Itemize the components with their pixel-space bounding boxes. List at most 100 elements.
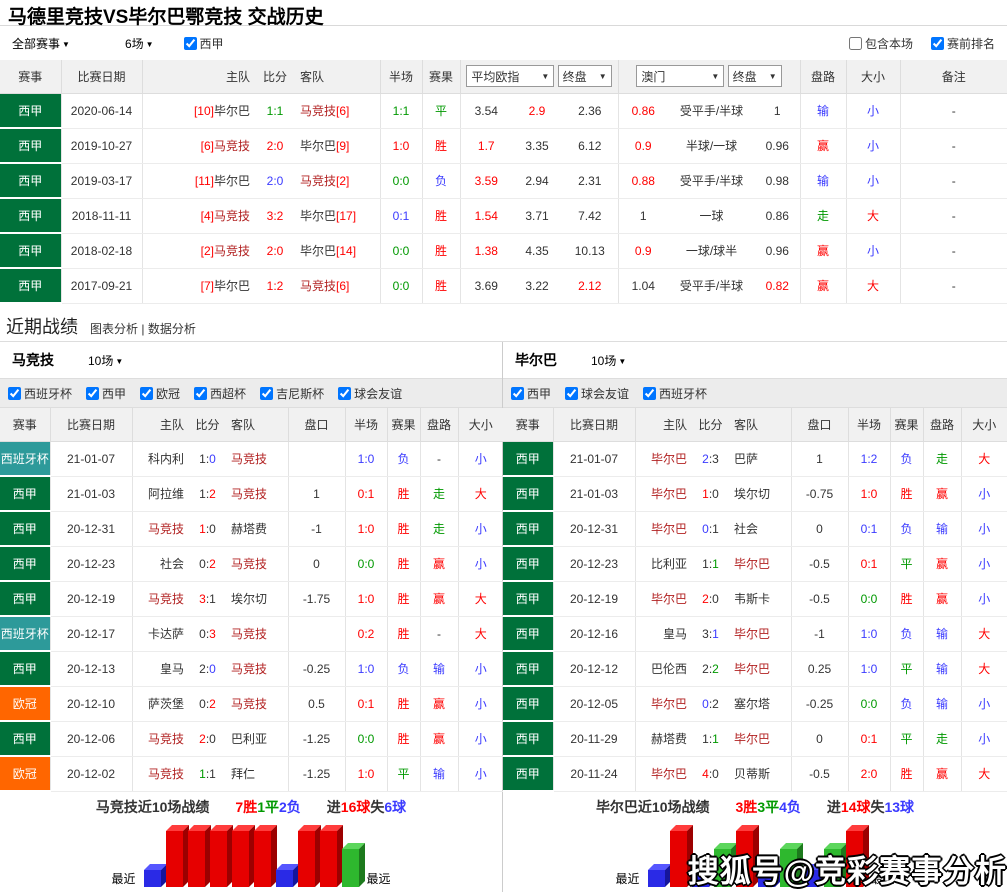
text-seg: 3.35 — [525, 139, 548, 153]
text-seg: 马竞技 — [214, 244, 250, 258]
checkbox-checked-icon[interactable] — [140, 387, 153, 400]
text-seg: 小 — [867, 244, 879, 258]
euro-odds-select[interactable]: 平均欧指▼ — [466, 65, 554, 87]
cell-panlu: 赢 — [800, 128, 846, 163]
include-current-checkbox[interactable]: 包含本场 — [849, 35, 913, 52]
cell-date: 20-12-13 — [50, 651, 132, 686]
cell-panlu: 赢 — [800, 233, 846, 268]
cell-macau-water2: 0.82 — [755, 268, 800, 303]
data-analysis-link[interactable]: 数据分析 — [148, 322, 196, 336]
cell-half-score: 0:0 — [380, 233, 422, 268]
checkbox-unchecked-icon[interactable] — [849, 37, 862, 50]
league-filter-left-cbs[interactable]: 吉尼斯杯 — [260, 385, 324, 402]
checkbox-checked-icon[interactable] — [260, 387, 273, 400]
text-seg: 0 — [209, 452, 216, 466]
cell-odds-home: 1.54 — [460, 198, 512, 233]
cell-handicap — [288, 616, 345, 651]
away-count-dropdown[interactable]: 10场▼ — [591, 352, 626, 369]
checkbox-checked-icon[interactable] — [86, 387, 99, 400]
cell-result: 胜 — [387, 581, 420, 616]
league-filter-right-cbs[interactable]: 球会友谊 — [565, 385, 629, 402]
col-8: 盘路 — [923, 408, 961, 441]
checkbox-checked-icon[interactable] — [931, 37, 944, 50]
cell-macau-water1: 0.88 — [618, 163, 668, 198]
cell-size: 小 — [458, 651, 503, 686]
text-seg: 10.13 — [575, 244, 605, 258]
cell-panlu: 赢 — [923, 476, 961, 511]
cell-handicap: -1.75 — [288, 581, 345, 616]
col-6: 半场 — [848, 408, 890, 441]
text-seg: 0.96 — [766, 139, 789, 153]
macau-final-select[interactable]: 终盘▼ — [728, 65, 782, 87]
cell-odds-away: 2.31 — [562, 163, 618, 198]
cell-odds-draw: 3.71 — [512, 198, 562, 233]
cell-score: 4:0 — [695, 756, 726, 791]
macau-odds-select[interactable]: 澳门▼ — [636, 65, 724, 87]
checkbox-checked-icon[interactable] — [643, 387, 656, 400]
text-seg: 走 — [433, 487, 445, 501]
cell-size: 大 — [961, 441, 1007, 476]
checkbox-checked-icon[interactable] — [8, 387, 21, 400]
checkbox-checked-icon[interactable] — [184, 37, 197, 50]
cell-away-team: 埃尔切 — [223, 581, 288, 616]
text-seg: 毕尔巴 — [734, 557, 770, 571]
home-count-dropdown[interactable]: 10场▼ — [88, 352, 123, 369]
league-filter-left-cbs[interactable]: 球会友谊 — [338, 385, 402, 402]
cell-note: - — [900, 128, 1007, 163]
competition-dropdown[interactable]: 全部赛事▼ — [12, 35, 70, 52]
cell-away-team: 马竞技[6] — [292, 93, 380, 128]
cell-half-score: 1:0 — [345, 441, 387, 476]
text-seg: 4.35 — [525, 244, 548, 258]
league-filter-right-cbs[interactable]: 西甲 — [511, 385, 551, 402]
league-filter-right-cbs[interactable]: 西班牙杯 — [643, 385, 707, 402]
chart-analysis-link[interactable]: 图表分析 — [90, 322, 138, 336]
text-seg: 1 — [199, 452, 206, 466]
cell-size: 小 — [458, 721, 503, 756]
text-seg: 走 — [936, 452, 948, 466]
text-seg: 0 — [702, 522, 709, 536]
league-filter-label: 西班牙杯 — [24, 385, 72, 402]
cell-handicap: -0.5 — [791, 756, 848, 791]
cell-date: 21-01-07 — [50, 441, 132, 476]
text-seg: 3.69 — [475, 279, 498, 293]
cell-half-score: 0:1 — [380, 198, 422, 233]
cell-date: 20-12-02 — [50, 756, 132, 791]
text-seg: 胜 — [397, 557, 409, 571]
recent-header-row: 赛事比赛日期主队比分客队盘口半场赛果盘路大小 — [503, 408, 1007, 441]
league-filter-left-cbs[interactable]: 欧冠 — [140, 385, 180, 402]
text-seg: 马竞技 — [231, 697, 267, 711]
checkbox-checked-icon[interactable] — [565, 387, 578, 400]
text-seg: 0 — [712, 592, 719, 606]
text-seg: 3.22 — [525, 279, 548, 293]
text-seg: 埃尔切 — [231, 592, 267, 606]
match-count-dropdown[interactable]: 6场▼ — [125, 35, 154, 52]
league-filter-left-cbs[interactable]: 西班牙杯 — [8, 385, 72, 402]
pre-rank-checkbox[interactable]: 赛前排名 — [931, 35, 995, 52]
col-7: 赛果 — [890, 408, 923, 441]
recent-table-away: 赛事比赛日期主队比分客队盘口半场赛果盘路大小 西甲21-01-07毕尔巴2:3巴… — [503, 408, 1007, 792]
col-0: 赛事 — [0, 408, 50, 441]
text-seg: 7胜 — [235, 799, 257, 815]
euro-final-select[interactable]: 终盘▼ — [558, 65, 612, 87]
checkbox-checked-icon[interactable] — [511, 387, 524, 400]
cell-league: 西甲 — [503, 721, 553, 756]
text-seg: 3胜 — [736, 799, 758, 815]
league-filter-left-cbs[interactable]: 西甲 — [86, 385, 126, 402]
text-seg: 2负 — [279, 799, 301, 815]
checkbox-checked-icon[interactable] — [338, 387, 351, 400]
text-seg: 输 — [936, 697, 948, 711]
text-seg: 3.59 — [475, 174, 498, 188]
cell-league: 西甲 — [503, 546, 553, 581]
checkbox-checked-icon[interactable] — [194, 387, 207, 400]
league-filter-checkbox[interactable]: 西甲 — [184, 35, 224, 52]
cell-away-team: 马竞技 — [223, 546, 288, 581]
text-seg: 1 — [209, 767, 216, 781]
cell-handicap: 一球 — [668, 198, 755, 233]
cell-half-score: 2:0 — [848, 756, 890, 791]
table-row: 西甲2019-03-17[11]毕尔巴2:0马竞技[2]0:0负3.592.94… — [0, 163, 1007, 198]
league-filter-left-cbs[interactable]: 西超杯 — [194, 385, 246, 402]
cell-half-score: 0:0 — [380, 268, 422, 303]
cell-note: - — [900, 163, 1007, 198]
cell-league: 西甲 — [503, 651, 553, 686]
cell-odds-draw: 2.9 — [512, 93, 562, 128]
